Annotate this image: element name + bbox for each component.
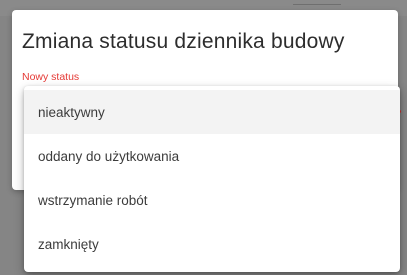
new-status-field-label: Nowy status (22, 71, 80, 83)
status-option-wstrzymanie-robot[interactable]: wstrzymanie robót (24, 178, 400, 222)
dialog-title: Zmiana statusu dziennika budowy (22, 30, 345, 53)
status-option-zamkniety[interactable]: zamknięty (24, 222, 400, 266)
status-option-nieaktywny[interactable]: nieaktywny (24, 90, 400, 134)
status-dropdown-menu: nieaktywny oddany do użytkowania wstrzym… (24, 86, 400, 272)
background-divider (293, 4, 341, 5)
status-option-oddany-do-uzytkowania[interactable]: oddany do użytkowania (24, 134, 400, 178)
